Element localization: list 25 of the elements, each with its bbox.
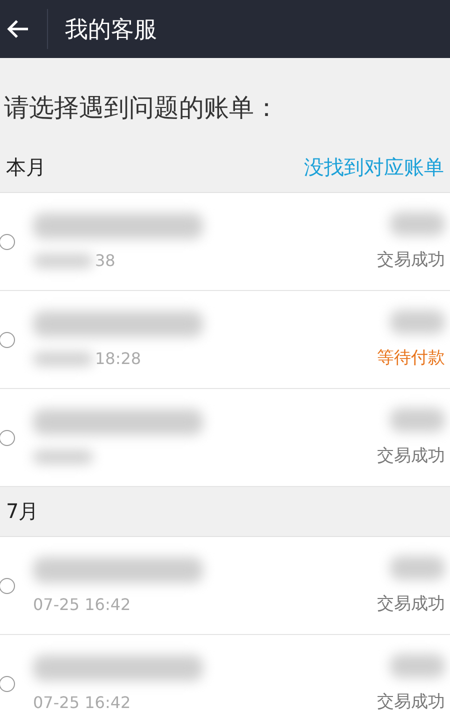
bill-status: 交易成功 [377,445,445,467]
radio-button[interactable] [0,332,15,348]
section-title: 7月 [6,498,39,525]
radio-button[interactable] [0,676,15,692]
bill-status: 交易成功 [377,691,445,713]
prompt-text: 请选择遇到问题的账单： [3,92,280,124]
bill-status: 等待付款 [377,347,445,369]
bill-row[interactable]: 交易成功 [0,389,450,487]
radio-button[interactable] [0,430,15,446]
screen-title: 我的客服 [65,16,157,44]
bill-time: 18:28 [95,349,142,368]
bill-time: 38 [95,251,116,270]
bill-time: 07-25 16:42 [33,595,131,614]
section-title: 本月 [6,154,46,181]
back-icon[interactable] [7,19,29,39]
radio-button[interactable] [0,234,15,250]
bill-status: 交易成功 [377,249,445,271]
radio-button[interactable] [0,578,15,594]
bill-row[interactable]: 07-25 16:42 交易成功 [0,537,450,635]
bill-row[interactable]: 07-25 16:42 交易成功 [0,635,450,726]
bill-row[interactable]: 38 交易成功 [0,193,450,291]
not-found-link[interactable]: 没找到对应账单 [304,154,444,181]
bill-row[interactable]: 18:28 等待付款 [0,291,450,389]
bill-time: 07-25 16:42 [33,693,131,712]
bill-status: 交易成功 [377,593,445,615]
